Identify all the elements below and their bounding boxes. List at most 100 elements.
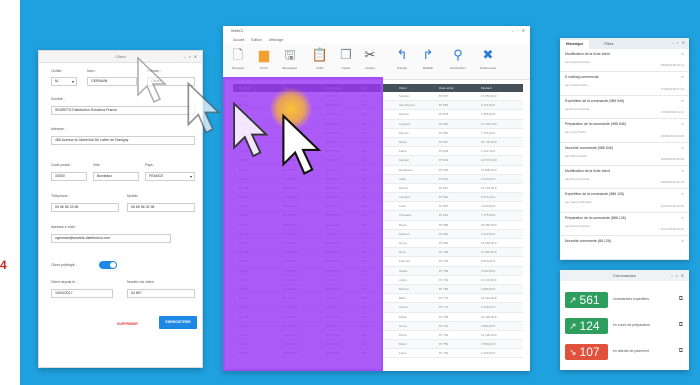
history-item[interactable]: Expédition de la commande (985 546) par D… [560, 96, 689, 120]
company-label: Société : [51, 97, 65, 101]
external-link-icon[interactable]: ⧉ [679, 322, 683, 329]
table-cell: 16 555,00 € [481, 241, 497, 245]
mobile-field[interactable]: 06 65 56 32 98 [127, 203, 195, 212]
address-field[interactable]: 485 Avenue du Maréchal De Lattre de Tass… [51, 136, 195, 145]
rtablir-button[interactable]: ↱ Rétablir [417, 46, 439, 70]
close-icon[interactable]: ✕ [681, 99, 684, 103]
table-cell: Colin [399, 204, 406, 209]
history-item[interactable]: Préparation de la commande (886 126) par … [560, 213, 689, 237]
count-label: en attente de paiement [613, 349, 649, 353]
email-field[interactable]: ogermain@searets-distribution.com [51, 234, 171, 243]
coller-button[interactable]: 📋 Coller [309, 46, 331, 70]
annuler-button[interactable]: ↰ Annuler [391, 46, 413, 70]
ouvrir-button[interactable]: ▆ Ouvrir [253, 46, 275, 70]
table-cell: 87 816 [439, 204, 449, 209]
history-item[interactable]: Modification de la fiche client par Denni… [560, 166, 689, 190]
side-marker: 4 [0, 258, 7, 272]
privileged-label: Client privilégié : [51, 263, 77, 267]
client-number-field[interactable]: 54 897 [127, 289, 195, 298]
close-icon[interactable]: ✕ [681, 169, 684, 173]
civility-value: M. [55, 79, 59, 83]
delete-button[interactable]: SUPPRIMER [117, 322, 138, 326]
table-cell: 13 240,00 € [481, 277, 497, 282]
history-item[interactable]: E-mailing commercial par Susan Pitela 17/0… [560, 72, 689, 96]
ribbon-button-label: Ouvrir [259, 66, 269, 70]
tab-filters[interactable]: Filtres [598, 40, 620, 49]
history-panel: Historique Filtres – ▪ ✕ Modification de… [560, 38, 689, 260]
window-controls[interactable]: – ▪ ✕ [672, 40, 686, 45]
rechercher-button[interactable]: ⚲ Rechercher [447, 46, 469, 70]
history-item-title: Préparation de la commande (985 546) [565, 122, 626, 127]
count-label: commandes expédiées [613, 297, 649, 301]
table-cell: Chevalier [399, 213, 412, 218]
close-icon[interactable]: ✕ [681, 239, 684, 243]
column-header[interactable]: Montant [481, 84, 492, 92]
close-icon[interactable]: ✕ [681, 192, 684, 196]
commands-row[interactable]: ↗ 561 commandes expédiées ⧉ [565, 292, 685, 310]
ghost-cursor-icon [233, 101, 269, 158]
zip-field[interactable]: 33000 [51, 172, 87, 181]
column-header[interactable]: Client [399, 84, 407, 92]
external-link-icon[interactable]: ⧉ [679, 296, 683, 303]
table-cell: 87 768 [439, 314, 449, 319]
table-cell: 87 796 [439, 250, 449, 255]
table-cell: 87 860 [439, 130, 449, 135]
window-controls[interactable]: – ▪ ✕ [671, 270, 685, 281]
history-item-title: Nouvelle commande (86 126) [565, 239, 611, 244]
table-cell: 18 010,00 € [481, 296, 497, 301]
window-controls[interactable]: – ▫ ✕ [512, 26, 526, 36]
count-badge: ↘ 107 [565, 344, 608, 360]
table-cell: 7 725,00 € [481, 130, 496, 135]
chevron-down-icon: ▾ [189, 174, 192, 179]
trend-down-icon: ↘ [569, 347, 577, 357]
privileged-toggle[interactable] [99, 261, 117, 269]
table-cell: 9 870,00 € [481, 259, 496, 264]
table-cell: Garnier [399, 158, 410, 163]
tab-history[interactable]: Historique [560, 40, 590, 49]
history-item[interactable]: Nouvelle commande (86 126) ✕ [560, 236, 689, 260]
phone-field[interactable]: 05 56 56 23 56 [51, 203, 119, 212]
count-value: 107 [579, 345, 600, 359]
prfrences-button[interactable]: ✖ Préférences [477, 46, 499, 70]
copier-button[interactable]: ❐ Copier [335, 46, 357, 70]
ghost-cursor-icon [187, 81, 221, 134]
trend-up-icon: ↗ [569, 321, 577, 331]
history-item[interactable]: Préparation de la commande (985 546) par … [560, 119, 689, 143]
save-button[interactable]: ENREGISTRER [159, 316, 197, 329]
commands-row[interactable]: ↗ 124 en cours de préparation ⧉ [565, 318, 685, 336]
history-item[interactable]: Modification de la fiche client par Denni… [560, 49, 689, 73]
close-icon[interactable]: ✕ [681, 75, 684, 79]
window-controls[interactable]: – ▪ ✕ [184, 51, 198, 63]
history-item[interactable]: Nouvelle commande (985 546) par Marie Est… [560, 143, 689, 166]
company-field[interactable]: SEARETS Distribution Solutions France [51, 106, 195, 115]
country-select[interactable]: FRANCE ▾ [145, 172, 195, 181]
ribbon-button-label: Nouveau [231, 66, 244, 70]
phone-label: Téléphone : [51, 194, 70, 198]
count-label: en cours de préparation [613, 323, 650, 327]
table-cell: 87 882 [439, 103, 449, 108]
couper-button[interactable]: ✂ Couper [359, 46, 381, 70]
close-icon[interactable]: ✕ [681, 52, 684, 56]
copy-icon: ❐ [340, 47, 352, 62]
menu-item[interactable]: Affichage [269, 38, 284, 42]
client-window-title: Client – ▪ ✕ [39, 51, 202, 63]
city-field[interactable]: Bordeaux [93, 172, 139, 181]
external-link-icon[interactable]: ⧉ [679, 348, 683, 355]
commands-row[interactable]: ↘ 107 en attente de paiement ⧉ [565, 344, 685, 362]
menu-item[interactable]: Édition [251, 38, 262, 42]
table-cell: 12 100,00 € [481, 332, 497, 337]
history-item[interactable]: Expédition de la commande (886 126) par L… [560, 189, 689, 213]
civility-select[interactable]: M. ▾ [51, 77, 77, 86]
column-header[interactable]: Date achat [439, 84, 454, 92]
enregistrer-button[interactable]: 🖫 Enregistrer [279, 46, 301, 70]
chevron-down-icon: ▾ [71, 79, 74, 84]
close-icon[interactable]: ✕ [681, 122, 684, 126]
client-form-window: Client – ▪ ✕ Civilité : M. ▾ Nom : GERMA… [38, 50, 203, 368]
nouveau-button[interactable]: 🗋 Nouveau [227, 46, 249, 70]
since-date-field[interactable]: 15/04/2017 [51, 289, 113, 298]
name-field[interactable]: GERMAIN [87, 77, 137, 86]
close-icon[interactable]: ✕ [681, 146, 684, 150]
ribbon-button-label: Préférences [479, 66, 497, 70]
menu-item[interactable]: Accueil [233, 38, 244, 42]
close-icon[interactable]: ✕ [681, 216, 684, 220]
